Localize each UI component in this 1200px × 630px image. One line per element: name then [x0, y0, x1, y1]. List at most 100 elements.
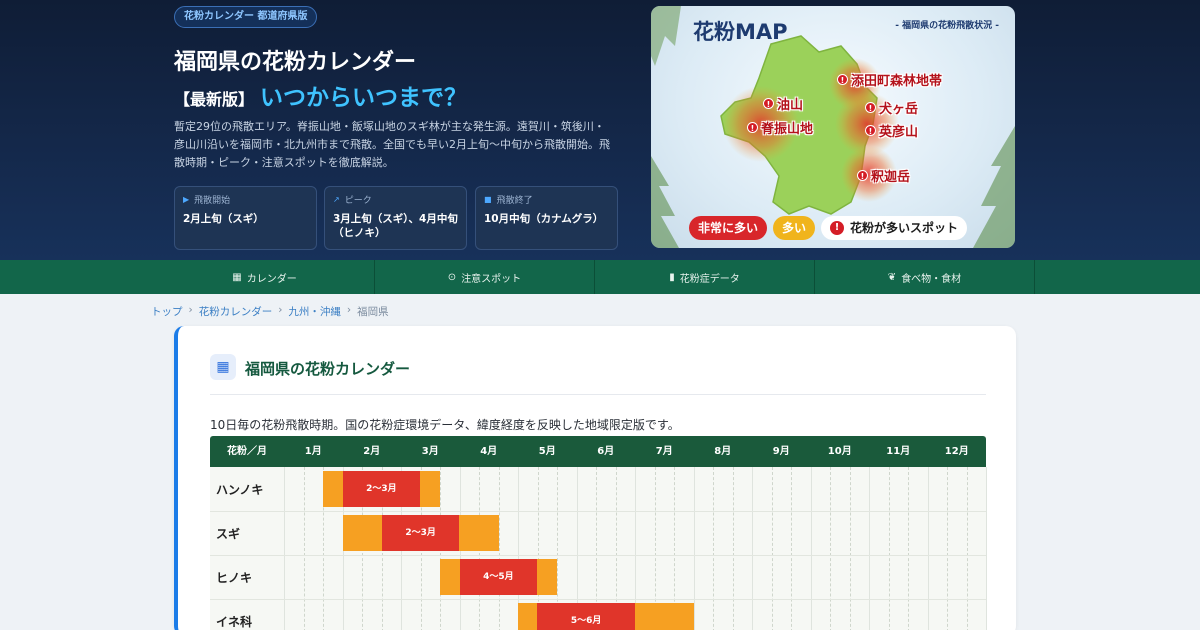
- decade-gridline: [908, 467, 909, 630]
- header-month: 5月: [538, 446, 556, 457]
- section-title: 福岡県の花粉カレンダー: [245, 360, 411, 378]
- row-divider: [210, 599, 986, 600]
- breadcrumb-separator: ›: [346, 304, 352, 316]
- page-title: 福岡県の花粉カレンダー: [174, 50, 417, 75]
- map-marker[interactable]: ! 添田町森林地帯: [837, 70, 942, 89]
- row-divider: [210, 511, 986, 512]
- header-month: 3月: [421, 446, 439, 457]
- stat-label: 飛散終了: [496, 196, 533, 206]
- month-gridline: [693, 467, 695, 630]
- pollen-map[interactable]: 花粉MAP - 福岡県の花粉飛散状況 - ! 添田町森林地帯 ! 油山 ! 犬ヶ岳 !…: [651, 6, 1015, 248]
- stat-value: 10月中旬（カナムグラ）: [484, 213, 604, 225]
- decade-gridline: [830, 467, 831, 630]
- nav-item-spots[interactable]: ⊙ 注意スポット: [375, 260, 594, 294]
- legend-high: 多い: [773, 216, 816, 240]
- peak-label: 2〜3月: [405, 528, 436, 538]
- header-month: 9月: [772, 446, 790, 457]
- breadcrumb-separator: ›: [188, 304, 193, 316]
- play-icon: ▶: [183, 195, 190, 204]
- nav-item-food[interactable]: ❦ 食べ物・食材: [815, 260, 1034, 294]
- marker-label: 脊振山地: [761, 122, 814, 137]
- section-nav: ▦ カレンダー ⊙ 注意スポット ▮ 花粉症データ ❦ 食べ物・食材: [0, 260, 1200, 294]
- stat-value: 3月上旬（スギ）、4月中旬（ヒノキ）: [333, 213, 458, 239]
- header-month: 6月: [597, 446, 615, 457]
- alert-pin-icon: !: [837, 74, 848, 85]
- nav-label: 花粉症データ: [679, 273, 740, 285]
- header-month: 1月: [304, 446, 322, 457]
- decade-gridline: [771, 467, 773, 630]
- breadcrumb-link[interactable]: 花粉カレンダー: [199, 304, 273, 319]
- nav-item-calendar[interactable]: ▦ カレンダー: [155, 260, 374, 294]
- header-month: 8月: [714, 446, 732, 457]
- map-marker[interactable]: ! 犬ヶ岳: [865, 98, 918, 117]
- pollen-type-label: ハンノキ: [216, 483, 264, 497]
- decade-gridline: [947, 467, 948, 630]
- page-subtitle: 【最新版】 いつからいつまで？: [174, 78, 467, 112]
- map-legend: 非常に多い 多い ! 花粉が多いスポット: [689, 216, 968, 240]
- nav-label: カレンダー: [246, 273, 297, 285]
- breadcrumb-separator: ›: [278, 304, 283, 316]
- header-month: 10月: [827, 446, 852, 457]
- header-month: 11月: [886, 446, 911, 457]
- marker-label: 添田町森林地帯: [851, 74, 943, 89]
- month-gridline: [986, 467, 987, 630]
- peak-label: 5〜6月: [570, 616, 602, 626]
- decade-gridline: [303, 467, 305, 630]
- legend-spot: ! 花粉が多いスポット: [821, 216, 968, 240]
- stat-card-end: ■ 飛散終了 10月中旬（カナムグラ）: [475, 186, 618, 250]
- map-marker[interactable]: ! 油山: [763, 94, 803, 113]
- map-subtitle: - 福岡県の花粉飛散状況 -: [895, 21, 999, 31]
- pollen-type-label: スギ: [216, 527, 241, 541]
- category-badge[interactable]: 花粉カレンダー 都道府県版: [174, 6, 318, 28]
- calendar-icon: ▦: [232, 271, 242, 283]
- subtitle-bracket: 【最新版】: [174, 90, 255, 109]
- legend-spot-label: 花粉が多いスポット: [850, 221, 959, 235]
- month-gridline: [869, 467, 870, 630]
- marker-label: 油山: [777, 98, 804, 113]
- month-gridline: [284, 467, 285, 630]
- decade-gridline: [713, 467, 714, 630]
- decade-gridline: [849, 467, 851, 630]
- map-marker[interactable]: ! 英彦山: [865, 121, 918, 140]
- decade-gridline: [966, 467, 968, 630]
- legend-very-high: 非常に多い: [689, 216, 768, 240]
- alert-pin-icon: !: [857, 170, 868, 181]
- header-month: 7月: [655, 446, 673, 457]
- stat-card-peak: ↗ ピーク 3月上旬（スギ）、4月中旬（ヒノキ）: [324, 186, 467, 250]
- bar-chart-icon: ▮: [669, 271, 675, 283]
- pin-icon: ⊙: [447, 271, 457, 283]
- leaf-icon: ❦: [887, 271, 897, 283]
- hero-description: 暫定29位の飛散エリア。脊振山地・飯塚山地のスギ林が主な発生源。遠賀川・筑後川・…: [174, 120, 610, 169]
- month-gridline: [752, 467, 753, 630]
- header-month: 2月: [363, 446, 381, 457]
- alert-pin-icon: !: [865, 125, 876, 136]
- marker-label: 犬ヶ岳: [879, 102, 919, 117]
- alert-pin-icon: !: [763, 98, 774, 109]
- pollen-type-label: イネ科: [216, 615, 253, 629]
- decade-gridline: [732, 467, 734, 630]
- marker-label: 釈迦岳: [871, 170, 911, 185]
- nav-divider: [1034, 260, 1035, 294]
- section-intro: 10日毎の花粉飛散時期。国の花粉症環境データ、緯度経度を反映した地域限定版です。: [210, 418, 680, 432]
- map-marker[interactable]: ! 釈迦岳: [857, 166, 910, 185]
- month-gridline: [927, 467, 929, 630]
- stat-label: 飛散開始: [194, 196, 231, 206]
- alert-pin-icon: !: [865, 102, 876, 113]
- pollen-type-label: ヒノキ: [216, 571, 253, 585]
- section-divider: [210, 394, 986, 395]
- breadcrumb: トップ › 花粉カレンダー › 九州・沖縄 › 福岡県: [151, 304, 389, 319]
- nav-label: 注意スポット: [461, 273, 522, 285]
- stop-icon: ■: [484, 195, 492, 204]
- nav-item-data[interactable]: ▮ 花粉症データ: [595, 260, 814, 294]
- nav-label: 食べ物・食材: [901, 273, 962, 285]
- subtitle-main: いつからいつまで？: [260, 85, 468, 111]
- map-marker[interactable]: ! 脊振山地: [747, 118, 813, 137]
- alert-pin-icon: !: [747, 122, 758, 133]
- decade-gridline: [888, 467, 890, 630]
- breadcrumb-link[interactable]: 九州・沖縄: [288, 304, 341, 319]
- trend-icon: ↗: [333, 195, 340, 204]
- stat-label: ピーク: [344, 196, 372, 206]
- hero-banner: 花粉カレンダー 都道府県版 福岡県の花粉カレンダー 【最新版】 いつからいつまで？…: [0, 0, 1200, 260]
- calendar-icon: ▦: [210, 354, 236, 380]
- breadcrumb-link[interactable]: トップ: [151, 304, 183, 319]
